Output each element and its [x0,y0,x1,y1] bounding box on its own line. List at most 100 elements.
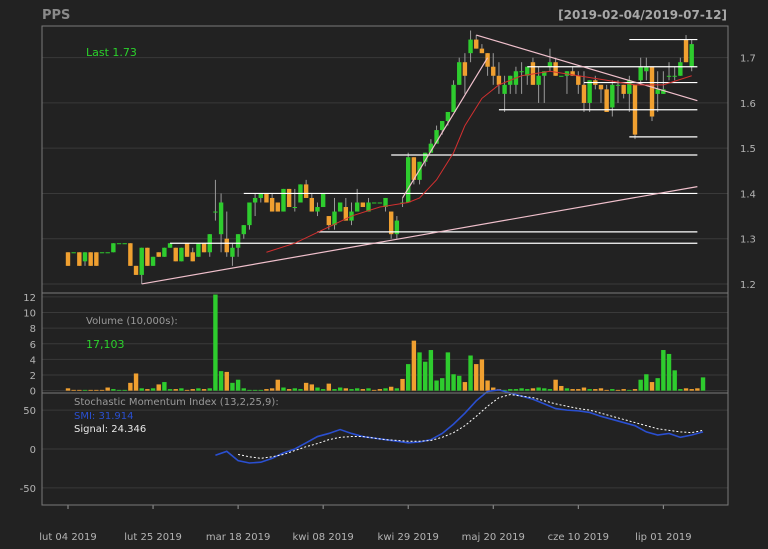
candle-body [258,193,263,198]
x-tick-label: kwi 29 2019 [378,532,439,543]
volume-bar [201,389,207,391]
candle-body [286,188,292,208]
volume-bar [479,359,485,391]
volume-bar [661,350,666,391]
volume-bar [224,371,229,391]
volume-bar [258,389,263,391]
volume-bar [343,388,349,391]
volume-bar [400,378,405,391]
candle-body [354,202,360,212]
candle-body [218,202,224,235]
volume-bar [513,389,519,391]
volume-y-tick: 8 [30,324,36,335]
candle-body [451,84,456,112]
candle-body [224,238,229,253]
candle-body [139,247,144,275]
smi-value: SMI: 31.914 [74,411,133,422]
candle-body [122,243,127,245]
volume-bar [644,374,649,391]
volume-bar [627,389,632,391]
volume-bar [82,389,88,391]
ticker-title: PPS [42,8,70,23]
volume-bar [241,388,246,391]
volume-bar [230,382,235,391]
volume-bar [326,383,332,391]
volume-bar [167,389,173,391]
volume-bar [536,387,541,391]
x-tick-label: cze 10 2019 [548,532,609,543]
candle-body [388,211,394,235]
volume-bar [383,388,388,391]
candle-body [576,75,581,85]
volume-bar [485,380,490,391]
candle-body [604,89,609,112]
smi-y-tick: 50 [23,406,36,417]
candle-body [145,247,150,266]
candle-body [150,256,156,266]
volume-bar [173,389,178,391]
volume-bar [649,382,655,391]
volume-bar [184,389,190,391]
candle-body [213,211,218,213]
volume-bar [377,389,383,391]
volume-bar [434,380,439,391]
volume-bar [678,389,683,391]
volume-bar [542,388,547,391]
volume-bar [309,384,315,391]
volume-bar [111,389,116,391]
candle-body [559,75,564,77]
last-price-label: Last 1.73 [86,46,137,59]
candle-body [377,202,383,204]
candle-body [71,252,76,254]
volume-bar [179,388,184,391]
candle-body [678,62,683,76]
volume-bar [417,352,422,391]
volume-bar [315,387,320,391]
smi-title: Stochastic Momentum Index (13,2,25,9): [74,397,279,408]
candle-body [94,252,99,266]
volume-bar [320,389,326,391]
candle-body [462,62,468,76]
candle-body [133,265,139,275]
volume-bar [371,389,377,391]
volume-bar [508,389,513,391]
volume-bar [77,389,82,391]
candle-body [621,84,626,94]
candle-body [666,75,672,77]
x-tick-label: lut 25 2019 [124,532,182,543]
volume-bar [581,387,587,391]
volume-bar [530,388,536,391]
candle-body [649,66,655,117]
candle-body [82,252,88,262]
candle-body [468,39,473,54]
volume-bar [666,353,672,391]
candle-body [491,66,496,76]
candle-body [337,202,343,212]
volume-bar [547,389,553,391]
volume-bar [394,388,400,391]
x-tick-label: kwi 08 2019 [293,532,354,543]
volume-bar [337,387,343,391]
candle-body [65,252,71,266]
volume-bar [615,389,621,391]
volume-bar [275,379,280,391]
smi-y-tick: 0 [30,445,36,456]
chart-root: PPS [2019-02-04/2019-07-12] 1.2 1.3 1.4 1.5… [0,0,768,549]
candle-body [196,243,201,257]
volume-bar [71,389,76,391]
candle-body [683,39,689,63]
volume-bar [576,389,581,391]
volume-value: 17,103 [86,338,125,351]
volume-bar [632,389,638,391]
volume-title: Volume (10,000s): [86,316,178,327]
volume-bar [406,364,411,391]
volume-bar [162,382,167,391]
volume-y-tick: 0 [30,387,36,398]
candle-body [105,252,110,254]
candle-body [502,84,507,94]
candle-body [638,66,643,81]
volume-bar [559,385,564,391]
candle-body [440,121,445,131]
volume-bar [462,382,468,391]
volume-bar [423,361,428,391]
